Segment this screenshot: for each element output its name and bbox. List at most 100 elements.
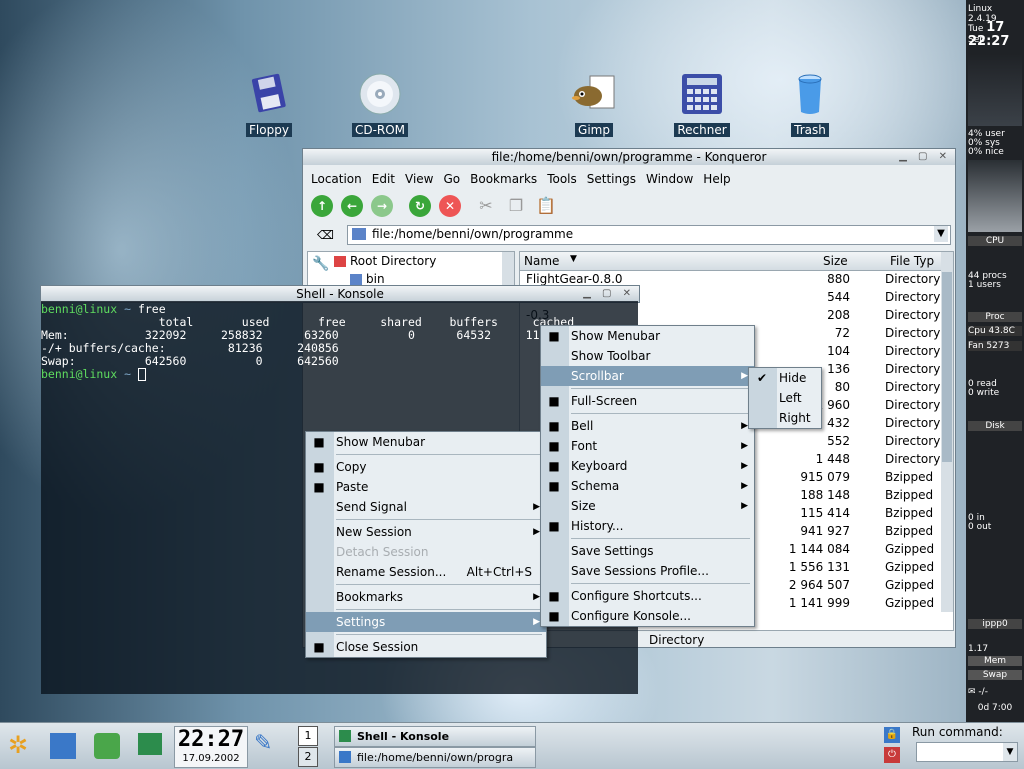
file-size: 880 bbox=[827, 272, 850, 286]
menu-item-paste[interactable]: ■ Paste bbox=[306, 477, 546, 497]
menu-item-show-menubar[interactable]: ■ Show Menubar bbox=[306, 432, 546, 452]
control-center-icon[interactable] bbox=[94, 733, 120, 759]
column-name[interactable]: Name bbox=[524, 254, 559, 268]
desktop-icon-label: Gimp bbox=[575, 123, 613, 137]
column-type[interactable]: File Typ bbox=[890, 254, 934, 268]
menu-item-label: Configure Shortcuts... bbox=[571, 589, 702, 603]
menu-item-label: Bookmarks bbox=[336, 590, 404, 604]
menu-item-save-sessions-profile[interactable]: Save Sessions Profile... bbox=[541, 561, 754, 581]
file-size: 544 bbox=[827, 290, 850, 304]
home-icon[interactable] bbox=[50, 733, 76, 759]
menu-item-scrollbar[interactable]: Scrollbar ▶ bbox=[541, 366, 754, 386]
menu-edit[interactable]: Edit bbox=[367, 169, 400, 189]
desktop-icon-gimp[interactable]: Gimp bbox=[554, 70, 634, 137]
run-dropdown-icon[interactable]: ▼ bbox=[1003, 743, 1017, 761]
cpu-graph-top bbox=[968, 54, 1022, 126]
menu-item-font[interactable]: ■ Font ▶ bbox=[541, 436, 754, 456]
menu-item-new-session[interactable]: New Session ▶ bbox=[306, 522, 546, 542]
tree-item-root[interactable]: Root Directory bbox=[350, 254, 436, 268]
mem-value: 1.17 bbox=[968, 644, 989, 654]
desktop-1-button[interactable]: 1 bbox=[298, 726, 318, 746]
back-icon[interactable]: ← bbox=[341, 195, 363, 217]
menu-item-history[interactable]: ■ History... bbox=[541, 516, 754, 536]
location-input[interactable]: file:/home/benni/own/programme bbox=[372, 227, 573, 241]
menu-item-send-signal[interactable]: Send Signal ▶ bbox=[306, 497, 546, 517]
menu-item-configure-shortcuts[interactable]: ■ Configure Shortcuts... bbox=[541, 586, 754, 606]
menu-item-size[interactable]: Size ▶ bbox=[541, 496, 754, 516]
copy-icon[interactable]: ❐ bbox=[505, 195, 527, 217]
konqueror-titlebar[interactable]: file:/home/benni/own/programme - Konquer… bbox=[303, 149, 955, 165]
menu-settings[interactable]: Settings bbox=[582, 169, 641, 189]
menu-item-right[interactable]: Right bbox=[749, 408, 821, 428]
menu-item-label: History... bbox=[571, 519, 624, 533]
menu-location[interactable]: Location bbox=[306, 169, 367, 189]
menu-item-bookmarks[interactable]: Bookmarks ▶ bbox=[306, 587, 546, 607]
task-konsole[interactable]: Shell - Konsole bbox=[334, 726, 536, 747]
menu-tools[interactable]: Tools bbox=[542, 169, 582, 189]
task-konqueror[interactable]: file:/home/benni/own/progra bbox=[334, 747, 536, 768]
desktop-icon-cdrom[interactable]: CD-ROM bbox=[340, 70, 420, 137]
menu-item-show-toolbar[interactable]: Show Toolbar bbox=[541, 346, 754, 366]
file-type: Directory bbox=[885, 362, 941, 376]
menu-item-left[interactable]: Left bbox=[749, 388, 821, 408]
menu-item-keyboard[interactable]: ■ Keyboard ▶ bbox=[541, 456, 754, 476]
menu-item-close-session[interactable]: ■ Close Session bbox=[306, 637, 546, 657]
status-bar: Directory bbox=[649, 633, 705, 647]
menu-separator bbox=[336, 609, 542, 610]
desktop-icon-trash[interactable]: Trash bbox=[770, 70, 850, 137]
window-controls[interactable]: ▁ ▢ ✕ bbox=[583, 286, 635, 302]
desktop-icon-label: CD-ROM bbox=[351, 123, 409, 137]
file-type: Directory bbox=[885, 434, 941, 448]
desktop-2-button[interactable]: 2 bbox=[298, 747, 318, 767]
menu-item-rename-session[interactable]: Rename Session... Alt+Ctrl+S bbox=[306, 562, 546, 582]
free-header: total used free shared buffers cached bbox=[41, 315, 575, 329]
menu-item-show-menubar[interactable]: ■ Show Menubar bbox=[541, 326, 754, 346]
paste-icon[interactable]: 📋 bbox=[535, 195, 557, 217]
panel-clock[interactable]: 22:27 17.09.2002 bbox=[174, 726, 248, 768]
reload-icon[interactable]: ↻ bbox=[409, 195, 431, 217]
kde-menu-icon[interactable]: ✲ bbox=[8, 731, 28, 759]
forward-icon[interactable]: → bbox=[371, 195, 393, 217]
tree-item-bin[interactable]: bin bbox=[366, 272, 385, 286]
menu-item-hide[interactable]: ✔ Hide bbox=[749, 368, 821, 388]
scrollbar-thumb[interactable] bbox=[942, 272, 952, 462]
fan-speed: Fan 5273 bbox=[968, 341, 1022, 351]
location-bar[interactable]: file:/home/benni/own/programme ▼ bbox=[347, 225, 951, 245]
menu-item-schema[interactable]: ■ Schema ▶ bbox=[541, 476, 754, 496]
clock-date: 17.09.2002 bbox=[182, 753, 240, 764]
menu-bookmarks[interactable]: Bookmarks bbox=[465, 169, 542, 189]
menu-accelerator: Alt+Ctrl+S bbox=[466, 565, 532, 579]
lock-icon[interactable]: 🔒 bbox=[884, 727, 900, 743]
desktop-icon-floppy[interactable]: Floppy bbox=[229, 70, 309, 137]
menu-item-copy[interactable]: ■ Copy bbox=[306, 457, 546, 477]
stop-icon[interactable]: ✕ bbox=[439, 195, 461, 217]
terminal-icon[interactable] bbox=[138, 733, 162, 755]
file-size: 208 bbox=[827, 308, 850, 322]
clear-location-icon[interactable]: ⌫ bbox=[317, 228, 334, 242]
location-dropdown-icon[interactable]: ▼ bbox=[934, 226, 948, 242]
menu-item-configure-konsole[interactable]: ■ Configure Konsole... bbox=[541, 606, 754, 626]
file-type: Directory bbox=[885, 452, 941, 466]
menu-separator bbox=[571, 538, 750, 539]
menu-separator bbox=[336, 454, 542, 455]
window-controls[interactable]: ▁ ▢ ✕ bbox=[899, 149, 951, 165]
logout-icon[interactable]: ⏻ bbox=[884, 747, 900, 763]
menu-go[interactable]: Go bbox=[439, 169, 466, 189]
menu-help[interactable]: Help bbox=[698, 169, 735, 189]
bell-icon: ■ bbox=[548, 419, 560, 433]
menu-item-bell[interactable]: ■ Bell ▶ bbox=[541, 416, 754, 436]
menu-item-save-settings[interactable]: Save Settings bbox=[541, 541, 754, 561]
run-command-input[interactable]: ▼ bbox=[916, 742, 1018, 762]
edit-icon[interactable]: ✎ bbox=[254, 731, 272, 756]
menu-item-full-screen[interactable]: ■ Full-Screen bbox=[541, 391, 754, 411]
cut-icon[interactable]: ✂ bbox=[475, 195, 497, 217]
up-icon[interactable]: ↑ bbox=[311, 195, 333, 217]
menu-view[interactable]: View bbox=[400, 169, 438, 189]
column-size[interactable]: Size bbox=[823, 254, 848, 268]
menu-item-settings[interactable]: Settings ▶ bbox=[306, 612, 546, 632]
menu-window[interactable]: Window bbox=[641, 169, 698, 189]
configure-icon: ■ bbox=[548, 609, 560, 623]
paste-icon: ■ bbox=[313, 480, 325, 494]
desktop-icon-rechner[interactable]: Rechner bbox=[662, 70, 742, 137]
floppy-icon bbox=[251, 73, 286, 113]
